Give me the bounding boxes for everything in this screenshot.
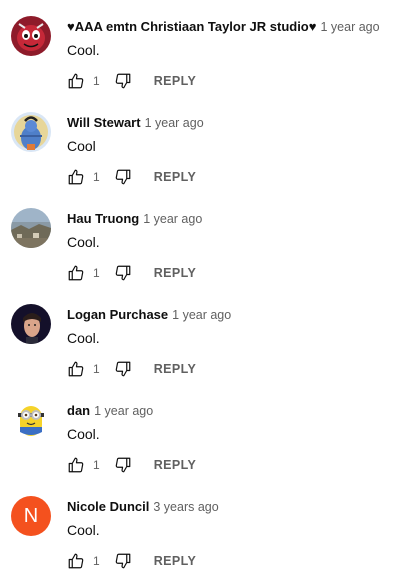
comment-item: ♥AAA emtn Christiaan Taylor JR studio♥ 1 …: [0, 0, 402, 96]
comment-author[interactable]: Hau Truong: [67, 211, 139, 226]
comment-header: Will Stewart 1 year ago: [67, 114, 204, 132]
comment-text: Cool: [67, 138, 96, 154]
comment-header: Logan Purchase 1 year ago: [67, 306, 231, 324]
avatar-image: [11, 304, 51, 344]
comment-author[interactable]: Logan Purchase: [67, 307, 168, 322]
dislike-button[interactable]: [114, 360, 132, 378]
comment-text: Cool.: [67, 522, 100, 538]
comment-timestamp[interactable]: 1 year ago: [320, 20, 379, 34]
comment-text: Cool.: [67, 234, 100, 250]
like-count: 1: [93, 458, 100, 472]
comment-actions: 1 REPLY: [67, 72, 196, 90]
avatar[interactable]: N: [11, 496, 51, 536]
comment-text: Cool.: [67, 330, 100, 346]
comment-item: Hau Truong 1 year ago Cool. 1 REPLY: [0, 192, 402, 288]
thumbs-down-icon: [115, 265, 131, 281]
like-button[interactable]: [67, 168, 85, 186]
comment-header: Nicole Duncil 3 years ago: [67, 498, 219, 516]
avatar-image: [11, 112, 51, 152]
like-button[interactable]: [67, 552, 85, 570]
reply-button[interactable]: REPLY: [154, 266, 197, 280]
avatar[interactable]: [11, 16, 51, 56]
avatar-image: [11, 400, 51, 440]
avatar[interactable]: [11, 112, 51, 152]
dislike-button[interactable]: [114, 72, 132, 90]
like-count: 1: [93, 170, 100, 184]
comment-timestamp[interactable]: 1 year ago: [172, 308, 231, 322]
comment-item: dan 1 year ago Cool. 1 REPLY: [0, 384, 402, 480]
thumbs-down-icon: [115, 169, 131, 185]
thumbs-down-icon: [115, 361, 131, 377]
comment-actions: 1 REPLY: [67, 360, 196, 378]
avatar-initial: N: [23, 505, 39, 527]
thumbs-up-icon: [68, 361, 84, 377]
dislike-button[interactable]: [114, 456, 132, 474]
comment-actions: 1 REPLY: [67, 456, 196, 474]
avatar-image: [11, 16, 51, 56]
thumbs-up-icon: [68, 73, 84, 89]
like-button[interactable]: [67, 72, 85, 90]
dislike-button[interactable]: [114, 552, 132, 570]
thumbs-down-icon: [115, 553, 131, 569]
thumbs-down-icon: [115, 457, 131, 473]
comment-timestamp[interactable]: 1 year ago: [145, 116, 204, 130]
dislike-button[interactable]: [114, 168, 132, 186]
avatar-image: [11, 208, 51, 248]
comment-actions: 1 REPLY: [67, 168, 196, 186]
like-count: 1: [93, 554, 100, 568]
comment-timestamp[interactable]: 3 years ago: [153, 500, 218, 514]
comment-actions: 1 REPLY: [67, 264, 196, 282]
thumbs-up-icon: [68, 265, 84, 281]
comment-author[interactable]: Nicole Duncil: [67, 499, 149, 514]
like-button[interactable]: [67, 264, 85, 282]
comment-text: Cool.: [67, 426, 100, 442]
comment-author[interactable]: Will Stewart: [67, 115, 141, 130]
thumbs-down-icon: [115, 73, 131, 89]
reply-button[interactable]: REPLY: [154, 554, 197, 568]
comment-actions: 1 REPLY: [67, 552, 196, 570]
avatar[interactable]: [11, 304, 51, 344]
reply-button[interactable]: REPLY: [154, 458, 197, 472]
thumbs-up-icon: [68, 553, 84, 569]
comment-header: Hau Truong 1 year ago: [67, 210, 202, 228]
reply-button[interactable]: REPLY: [154, 362, 197, 376]
like-count: 1: [93, 74, 100, 88]
comment-author[interactable]: ♥AAA emtn Christiaan Taylor JR studio♥: [67, 19, 316, 34]
dislike-button[interactable]: [114, 264, 132, 282]
reply-button[interactable]: REPLY: [154, 170, 197, 184]
comment-timestamp[interactable]: 1 year ago: [143, 212, 202, 226]
avatar[interactable]: [11, 208, 51, 248]
comment-header: dan 1 year ago: [67, 402, 153, 420]
comment-text: Cool.: [67, 42, 100, 58]
like-button[interactable]: [67, 360, 85, 378]
comment-item: Logan Purchase 1 year ago Cool. 1 REPLY: [0, 288, 402, 384]
like-count: 1: [93, 362, 100, 376]
comment-author[interactable]: dan: [67, 403, 90, 418]
like-button[interactable]: [67, 456, 85, 474]
comment-item: Will Stewart 1 year ago Cool 1 REPLY: [0, 96, 402, 192]
avatar[interactable]: [11, 400, 51, 440]
comment-header: ♥AAA emtn Christiaan Taylor JR studio♥ 1 …: [67, 18, 380, 36]
thumbs-up-icon: [68, 457, 84, 473]
comment-timestamp[interactable]: 1 year ago: [94, 404, 153, 418]
thumbs-up-icon: [68, 169, 84, 185]
like-count: 1: [93, 266, 100, 280]
comment-item: N Nicole Duncil 3 years ago Cool. 1 REPLY: [0, 480, 402, 576]
reply-button[interactable]: REPLY: [154, 74, 197, 88]
